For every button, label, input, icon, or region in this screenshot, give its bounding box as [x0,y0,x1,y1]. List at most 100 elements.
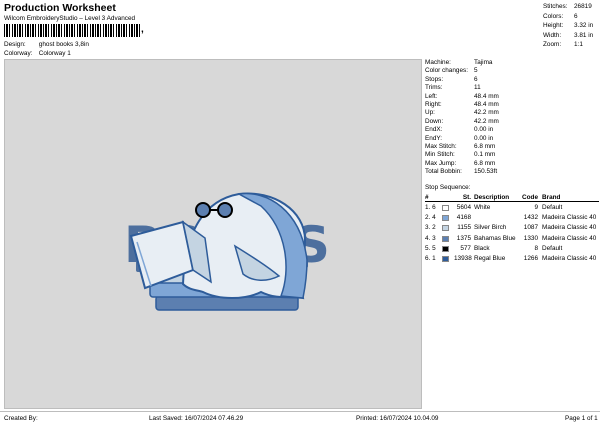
stat-label: Stitches: [543,3,568,10]
stitch-count: 1155 [457,224,471,232]
stop-sequence-table: 1. 6 5604 White 9 Default 2. 4 4168 1432 Madeira… [425,203,599,264]
stats-panel: Stitches: 26819 Colors: 6 Height: 3.32 in W… [543,2,599,50]
barcode-suffix: , [141,24,144,35]
info-value: 6.8 mm [474,142,496,150]
stitch-count: 13938 [454,254,472,262]
info-label: Left: [425,92,438,100]
info-row: Down: 42.2 mm [424,118,599,126]
software-name: Wilcom EmbroideryStudio – Level 3 Advanc… [4,15,136,22]
stitch-count: 1375 [456,234,471,242]
thread-code: 1432 [523,214,538,222]
thread-brand: Default [542,204,563,211]
thread-brand: Madeira Classic 40 [542,214,597,222]
info-label: Up: [425,109,435,117]
thread-code: 9 [534,204,538,211]
stat-stitches: Stitches: 26819 [543,2,599,12]
info-value: 42.2 mm [474,117,499,125]
row-number: 5. 5 [425,244,436,252]
stitch-count: 577 [460,244,471,252]
table-row: 4. 3 1375 Bahamas Blue 1330 Madeira Classic … [425,234,599,244]
thread-brand: Madeira Classic 40 [542,224,597,232]
stat-width: Width: 3.81 in [543,31,599,41]
info-row: Color changes: 5 [424,67,599,75]
info-value: 5 [474,67,478,75]
stat-value: 3.81 in [574,31,594,39]
row-number: 1. 6 [425,204,436,211]
stat-value: 26819 [574,3,592,10]
info-label: Trims: [425,84,443,92]
row-number: 6. 1 [425,254,436,262]
info-value: 11 [474,84,481,92]
stat-value: 3.32 in [574,22,594,29]
colorway-label: Colorway: [4,50,33,57]
last-saved: Last Saved: 16/07/2024 07.46.29 [149,415,244,422]
thread-description: Silver Birch [474,224,507,232]
info-label: Total Bobbin: [425,168,462,176]
info-row: Trims: 11 [424,84,599,92]
embroidery-design-image: BOOKS [124,192,330,311]
col-brand: Brand [542,194,561,201]
row-number: 2. 4 [425,214,436,222]
color-swatch [442,245,449,252]
page-title: Production Worksheet [4,2,116,14]
table-row: 3. 2 1155 Silver Birch 1087 Madeira Classic … [425,223,599,233]
page-number: Page 1 of 1 [565,415,598,422]
stitch-count: 5604 [456,204,471,211]
thread-code: 8 [534,244,538,252]
info-row: Min Stitch: 0.1 mm [424,151,599,159]
info-value: 6 [474,75,478,83]
design-row: Design: ghost books 3,8in [4,41,89,48]
col-stitches: St. [462,194,471,201]
info-row: EndX: 0.00 in [424,126,599,134]
row-number: 3. 2 [425,224,436,232]
info-value: 150.53ft [474,168,498,176]
color-swatch [442,215,449,222]
info-value: 48.4 mm [474,100,499,108]
design-value: ghost books 3,8in [38,41,89,48]
info-label: Max Stitch: [425,142,457,150]
colorway-value: Colorway 1 [38,50,71,57]
thread-code: 1087 [523,224,538,232]
col-code: Code [522,194,538,201]
thread-brand: Madeira Classic 40 [542,234,597,242]
thread-description: Regal Blue [474,254,506,262]
info-label: EndX: [425,126,443,134]
stop-sequence-header: # St. Description Code Brand [425,194,599,202]
info-row: EndY: 0.00 in [424,135,599,143]
color-swatch [442,225,449,232]
info-label: Max Jump: [425,159,457,167]
table-row: 5. 5 577 Black 8 Default [425,244,599,254]
thread-description: Bahamas Blue [474,234,516,242]
info-value: 42.2 mm [474,109,499,117]
thread-description: White [474,204,491,211]
table-row: 1. 6 5604 White 9 Default [425,203,599,213]
info-row: Machine: Tajima [424,59,599,67]
info-row: Max Jump: 6.8 mm [424,160,599,168]
design-label: Design: [4,41,26,48]
info-label: Down: [425,117,444,125]
info-row: Stops: 6 [424,76,599,84]
info-row: Right: 48.4 mm [424,101,599,109]
stat-colors: Colors: 6 [543,12,599,22]
stitch-count: 4168 [456,214,471,222]
color-swatch [442,205,449,211]
stat-label: Width: [543,31,562,39]
info-row: Up: 42.2 mm [424,109,599,117]
info-value: 0.00 in [474,126,494,134]
info-label: EndY: [425,134,443,142]
stat-label: Colors: [543,12,564,20]
stat-label: Height: [543,22,564,29]
info-label: Min Stitch: [425,151,455,159]
footer: Created By: Last Saved: 16/07/2024 07.46… [0,411,600,424]
info-value: 48.4 mm [474,92,499,100]
info-row: Max Stitch: 6.8 mm [424,143,599,151]
info-label: Machine: [425,59,451,66]
machine-info-panel: Machine: Tajima Color changes: 5 Stops: 6 T… [424,59,599,176]
stop-sequence-title: Stop Sequence: [425,184,471,191]
info-row: Total Bobbin: 150.53ft [424,168,599,176]
col-description: Description [474,194,510,201]
stat-height: Height: 3.32 in [543,21,599,31]
info-label: Right: [425,100,442,108]
color-swatch [442,255,449,262]
info-label: Color changes: [425,67,468,75]
